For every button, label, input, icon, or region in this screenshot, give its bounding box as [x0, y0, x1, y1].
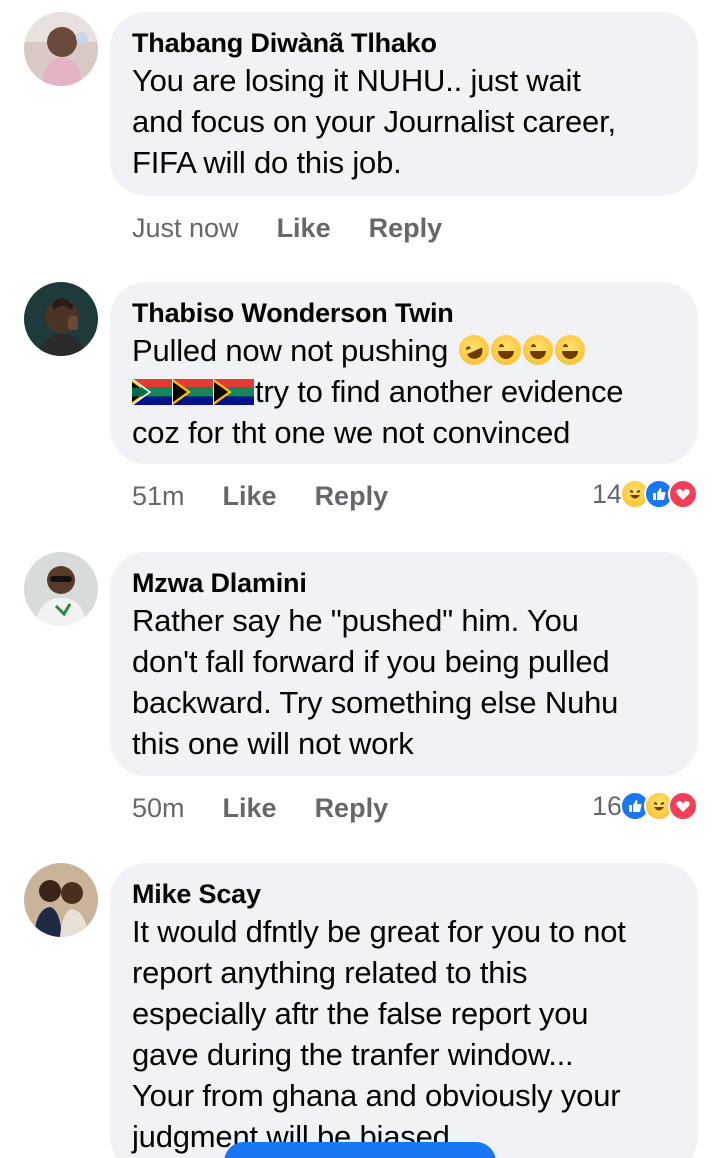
comment-text-line: and focus on your Journalist career,	[132, 104, 616, 139]
avatar-man-photo-icon	[24, 282, 98, 356]
reply-button[interactable]: Reply	[315, 481, 389, 512]
avatar[interactable]	[24, 12, 98, 86]
comment-text-line: this one will not work	[132, 726, 414, 761]
comment-time[interactable]: 50m	[132, 793, 185, 824]
avatar-man-sunglasses-photo-icon	[24, 552, 98, 626]
comment-text-line: don't fall forward if you being pulled	[132, 644, 610, 679]
south-africa-flag-icon	[214, 379, 254, 405]
comment-text-line: FIFA will do this job.	[132, 145, 402, 180]
rolling-laughing-emoji-icon	[453, 330, 494, 370]
avatar[interactable]	[24, 863, 98, 937]
comment-text-line: You are losing it NUHU.. just wait	[132, 63, 581, 98]
comment-text-line: especially aftr the false report you	[132, 996, 589, 1031]
love-reaction-icon	[668, 791, 698, 821]
reactions-summary[interactable]: 16	[592, 786, 698, 826]
comment-text-line: gave during the tranfer window...	[132, 1037, 574, 1072]
comment-meta: 50m Like Reply	[132, 788, 388, 828]
like-button[interactable]: Like	[223, 793, 277, 824]
comment-text-line: Your from ghana and obviously your	[132, 1078, 621, 1113]
south-africa-flag-icon	[173, 379, 213, 405]
love-reaction-icon	[668, 479, 698, 509]
comment-time[interactable]: 51m	[132, 481, 185, 512]
new-comments-pill-button[interactable]	[224, 1142, 496, 1158]
comment-text-line: report anything related to this	[132, 955, 528, 990]
comment-bubble[interactable]: Thabiso Wonderson Twin Pulled now not pu…	[110, 282, 698, 464]
comment-author[interactable]: Thabang Diwànã Tlhako	[132, 26, 674, 60]
reactions-summary[interactable]: 14	[592, 474, 698, 514]
comment-author[interactable]: Mike Scay	[132, 877, 674, 911]
comment-text-line: It would dfntly be great for you to not	[132, 914, 626, 949]
comment-time[interactable]: Just now	[132, 213, 239, 244]
reaction-count: 14	[591, 478, 622, 509]
avatar[interactable]	[24, 282, 98, 356]
comment-meta: Just now Like Reply	[132, 208, 442, 248]
comment-bubble[interactable]: Thabang Diwànã Tlhako You are losing it …	[110, 12, 698, 196]
comment-text: Pulled now not pushing	[132, 333, 449, 368]
comment-text: try to find another evidence	[255, 374, 624, 409]
comment-text-line: Pulled now not pushing	[132, 330, 674, 371]
tears-of-joy-emoji-icon	[490, 335, 521, 365]
comment-meta: 51m Like Reply	[132, 476, 388, 516]
like-button[interactable]: Like	[223, 481, 277, 512]
comment-author[interactable]: Thabiso Wonderson Twin	[132, 296, 674, 330]
comment-text-line: try to find another evidence	[132, 371, 674, 412]
like-button[interactable]: Like	[277, 213, 331, 244]
comment-text-line: coz for tht one we not convinced	[132, 415, 571, 450]
south-africa-flag-icon	[132, 379, 172, 405]
comment-bubble[interactable]: Mzwa Dlamini Rather say he "pushed" him.…	[110, 552, 698, 776]
tears-of-joy-emoji-icon	[522, 335, 553, 365]
reply-button[interactable]: Reply	[315, 793, 389, 824]
avatar[interactable]	[24, 552, 98, 626]
avatar-child-photo-icon	[24, 12, 98, 86]
tears-of-joy-emoji-icon	[554, 335, 585, 365]
comment-bubble[interactable]: Mike Scay It would dfntly be great for y…	[110, 863, 698, 1158]
avatar-couple-photo-icon	[24, 863, 98, 937]
comment-text-line: backward. Try something else Nuhu	[132, 685, 619, 720]
reply-button[interactable]: Reply	[369, 213, 443, 244]
comment-author[interactable]: Mzwa Dlamini	[132, 566, 674, 600]
comment-text-line: Rather say he "pushed" him. You	[132, 603, 579, 638]
reaction-count: 16	[591, 790, 622, 821]
